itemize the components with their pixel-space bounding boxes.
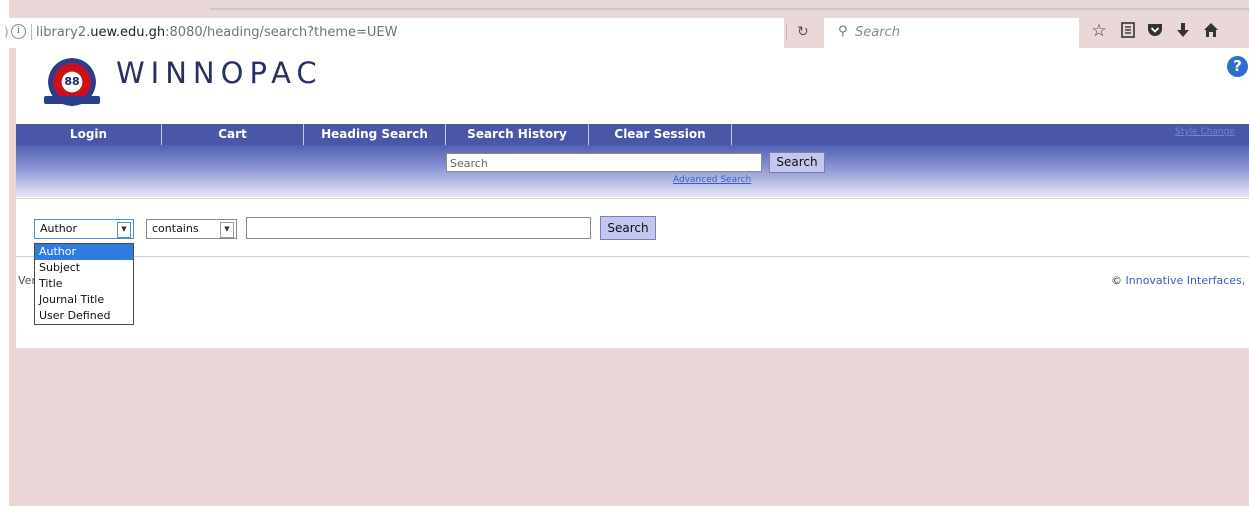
url-suffix: :8080/heading/search?theme=UEW [165,25,398,40]
operator-value: contains [152,222,199,235]
nav-style-link[interactable]: Style Change [1175,127,1235,137]
dropdown-option-journal-title[interactable]: Journal Title [35,292,133,308]
reading-list-icon[interactable] [1117,22,1139,42]
home-icon[interactable] [1200,22,1222,42]
url-prefix: library2. [36,25,91,40]
search-field-value: Author [40,222,78,235]
search-icon: ⚲ [838,24,848,39]
site-info-icon[interactable]: i [11,24,26,39]
logo-emblem: 88 [62,72,82,92]
address-bar-separator [31,24,32,40]
nav-search-history[interactable]: Search History [446,124,589,145]
help-icon[interactable]: ? [1227,56,1248,77]
search-field-select[interactable]: Author ▼ [34,219,134,239]
dropdown-option-title[interactable]: Title [35,276,133,292]
search-field-dropdown: Author Subject Title Journal Title User … [34,243,134,325]
copyright-text: Innovative Interfaces, In [1125,274,1249,287]
search-term-input[interactable] [246,217,591,239]
pocket-icon[interactable] [1144,22,1166,42]
heading-search-button[interactable]: Search [600,216,656,240]
quick-search-band: Search Search Advanced Search [16,145,1249,197]
nav-login[interactable]: Login [16,124,162,145]
copyright-symbol: © [1111,274,1122,287]
quick-search-button[interactable]: Search [769,152,825,173]
address-bar[interactable]: ) i library2.uew.edu.gh:8080/heading/sea… [4,18,784,48]
winnopac-title: WINNOPAC [116,56,323,90]
opac-page: 88 WINNOPAC ? Login Cart Heading Search … [16,48,1249,348]
nav-heading-search[interactable]: Heading Search [304,124,446,145]
divider [16,256,1249,257]
advanced-search-link[interactable]: Advanced Search [673,175,751,185]
tab-strip-edge [210,8,1249,10]
chevron-down-icon[interactable]: ▼ [220,222,234,238]
browser-search-placeholder: Search [855,25,900,40]
chevron-down-icon[interactable]: ▼ [117,222,131,238]
copyright-link[interactable]: © Innovative Interfaces, In [1111,274,1249,287]
university-logo: 88 [44,58,100,106]
divider [16,198,1249,199]
address-bar-edge: ) [4,25,9,39]
toolbar-separator [786,24,787,40]
operator-select[interactable]: contains ▼ [146,219,237,239]
address-url[interactable]: library2.uew.edu.gh:8080/heading/search?… [36,25,398,40]
reload-icon[interactable]: ↻ [797,24,809,40]
dropdown-option-subject[interactable]: Subject [35,260,133,276]
dropdown-option-author[interactable]: Author [35,244,133,260]
logo-ribbon [44,96,100,104]
window-left-edge [0,0,9,506]
url-domain: uew.edu.gh [90,25,166,40]
bookmark-star-icon[interactable]: ☆ [1088,22,1110,40]
browser-search-box[interactable]: ⚲ Search [824,18,1079,48]
main-nav: Login Cart Heading Search Search History… [16,124,1249,145]
dropdown-option-user-defined[interactable]: User Defined [35,308,133,324]
download-icon[interactable] [1172,22,1194,42]
nav-clear-session[interactable]: Clear Session [589,124,732,145]
nav-cart[interactable]: Cart [162,124,304,145]
quick-search-input[interactable]: Search [446,153,762,172]
